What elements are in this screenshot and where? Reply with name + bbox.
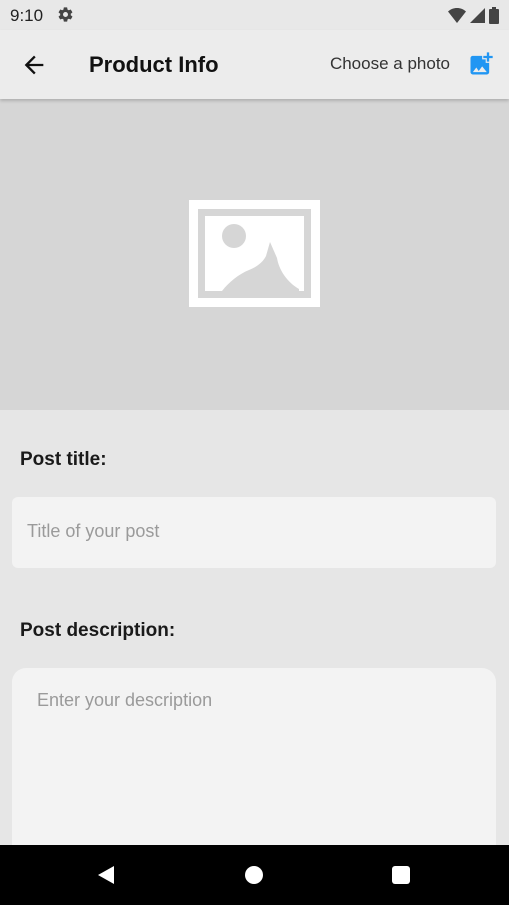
triangle-back-icon[interactable]: [96, 865, 116, 885]
choose-photo-label: Choose a photo: [329, 54, 450, 73]
status-indicators: [448, 5, 499, 25]
post-title-placeholder: Title of your post: [27, 521, 160, 541]
post-description-input[interactable]: Enter your description: [12, 668, 496, 868]
system-nav-bar: [0, 845, 509, 905]
page-title: Product Info: [89, 52, 219, 77]
app-bar: Product Info Choose a photo: [0, 30, 509, 99]
circle-home-icon[interactable]: [245, 866, 263, 884]
gear-icon: [58, 7, 73, 22]
wifi-icon: [448, 7, 466, 23]
arrow-left-icon[interactable]: [20, 51, 48, 79]
post-description-placeholder: Enter your description: [37, 690, 213, 710]
image-icon: [189, 200, 320, 307]
post-title-input[interactable]: Title of your post: [12, 497, 496, 568]
image-preview: [0, 99, 509, 410]
choose-photo-button[interactable]: Choose a photo: [330, 50, 495, 78]
status-bar: 9:10: [0, 0, 509, 30]
post-title-label: Post title:: [20, 449, 107, 470]
status-time: 9:10: [10, 6, 44, 25]
signal-icon: [470, 7, 485, 23]
square-recents-icon[interactable]: [392, 866, 410, 884]
post-description-label: Post description:: [20, 620, 176, 641]
add-photo-icon[interactable]: [467, 50, 495, 78]
battery-icon: [489, 6, 499, 24]
